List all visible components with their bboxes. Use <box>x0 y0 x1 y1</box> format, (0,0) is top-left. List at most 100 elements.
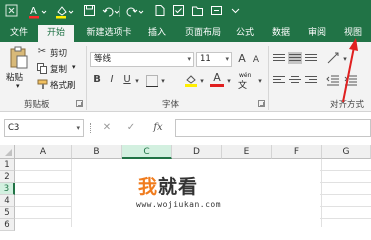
fill-color-icon[interactable] <box>55 4 75 19</box>
copy-label: 复制 <box>50 65 68 75</box>
tab-page-layout[interactable]: 页面布局 <box>176 24 230 42</box>
tab-new-tab[interactable]: 新建选项卡 <box>76 24 142 42</box>
row-header-6[interactable]: 6 <box>0 219 15 231</box>
svg-text:A: A <box>30 6 37 17</box>
copy-button[interactable]: 复制 ▾ <box>36 62 80 75</box>
tab-data[interactable]: 数据 <box>266 24 296 42</box>
row-header-3[interactable]: 3 <box>0 183 15 195</box>
row-header-4[interactable]: 4 <box>0 195 15 207</box>
cut-button[interactable]: ✂ 剪切 <box>36 46 76 59</box>
borders-icon[interactable] <box>146 75 158 90</box>
save-icon[interactable] <box>82 4 97 19</box>
tab-formulas[interactable]: 公式 <box>230 24 260 42</box>
checkbox-icon[interactable] <box>171 4 186 19</box>
align-middle-button[interactable] <box>288 52 302 64</box>
font-color-glyph: A <box>213 71 221 84</box>
chevron-down-icon: ▾ <box>187 55 191 63</box>
paste-button[interactable]: 粘贴 ▾ <box>6 46 32 90</box>
underline-dropdown-icon[interactable]: ▾ <box>133 75 141 87</box>
align-top-button[interactable] <box>272 52 286 64</box>
chevron-down-icon: ▾ <box>76 124 80 132</box>
column-header-b[interactable]: B <box>72 145 122 159</box>
excel-logo-icon <box>4 4 19 19</box>
increase-indent-icon[interactable] <box>344 74 358 89</box>
font-color-dropdown-icon[interactable]: ▾ <box>225 75 233 87</box>
chevron-down-icon: ▾ <box>225 55 229 63</box>
column-header-c[interactable]: C <box>122 145 172 159</box>
more-icon[interactable] <box>228 4 243 19</box>
watermark-logo-part1: 我 <box>138 176 159 198</box>
font-size-value: 11 <box>200 54 211 64</box>
watermark-url: www.wojiukan.com <box>136 200 222 209</box>
redo-icon[interactable] <box>124 4 144 19</box>
name-box-value: C3 <box>8 123 20 133</box>
tab-home[interactable]: 开始 <box>38 25 74 42</box>
row-header-1[interactable]: 1 <box>0 159 15 171</box>
column-header-d[interactable]: D <box>172 145 222 159</box>
ribbon: 粘贴 ▾ ✂ 剪切 复制 ▾ 格式刷 剪贴板 等线 ▾ 11 ▾ A A B I… <box>0 42 371 112</box>
row-header-5[interactable]: 5 <box>0 207 15 219</box>
name-box[interactable]: C3 ▾ <box>4 119 84 137</box>
paste-icon <box>9 46 29 73</box>
bold-button[interactable]: B <box>91 74 103 86</box>
cut-label: 剪切 <box>50 49 68 59</box>
align-bottom-button[interactable] <box>304 52 318 64</box>
tab-insert[interactable]: 插入 <box>142 24 172 42</box>
column-header-f[interactable]: F <box>272 145 322 159</box>
shrink-font-icon[interactable]: A <box>250 54 262 66</box>
orientation-dropdown-icon[interactable]: ▾ <box>341 53 349 65</box>
open-icon[interactable] <box>190 4 205 19</box>
font-size-select[interactable]: 11 ▾ <box>196 52 232 67</box>
copy-icon <box>37 63 48 77</box>
undo-icon[interactable] <box>101 4 121 19</box>
borders-dropdown-icon[interactable]: ▾ <box>159 75 167 87</box>
fill-color-button[interactable] <box>184 73 198 90</box>
font-color-icon[interactable]: A <box>28 4 48 19</box>
column-header-a[interactable]: A <box>15 145 72 159</box>
cancel-icon[interactable]: ✕ <box>100 119 114 137</box>
orientation-icon[interactable] <box>326 51 342 68</box>
scissors-icon: ✂ <box>37 46 47 57</box>
resize-handle[interactable] <box>90 123 92 133</box>
new-file-icon[interactable] <box>152 4 167 19</box>
italic-button[interactable]: I <box>106 74 118 86</box>
formula-bar: C3 ▾ ✕ ✓ fx <box>0 113 371 143</box>
ribbon-tabs: 文件 开始 新建选项卡 插入 页面布局 公式 数据 审阅 视图 <box>0 24 371 42</box>
grow-font-icon[interactable]: A <box>236 53 248 65</box>
enter-icon[interactable]: ✓ <box>124 119 138 137</box>
alignment-group-label: 对齐方式 <box>330 100 365 110</box>
formula-input[interactable] <box>175 119 371 137</box>
font-group-label: 字体 <box>162 100 180 110</box>
fill-dropdown-icon[interactable]: ▾ <box>198 75 206 87</box>
title-bar: A <box>0 0 371 24</box>
watermark-logo-part2: 就看 <box>158 176 199 198</box>
share-icon[interactable] <box>209 4 224 19</box>
tab-file[interactable]: 文件 <box>0 24 38 42</box>
paste-dropdown-icon: ▾ <box>16 82 20 90</box>
tab-review[interactable]: 审阅 <box>302 24 332 42</box>
phonetic-dropdown-icon[interactable]: ▾ <box>256 75 264 87</box>
clipboard-group-label: 剪贴板 <box>24 100 50 110</box>
underline-button[interactable]: U <box>121 74 133 86</box>
clipboard-launcher-icon[interactable] <box>76 100 83 107</box>
select-all-button[interactable] <box>0 145 15 159</box>
row-header-2[interactable]: 2 <box>0 171 15 183</box>
decrease-indent-icon[interactable] <box>326 74 340 89</box>
function-icon[interactable]: fx <box>150 119 166 137</box>
font-name-select[interactable]: 等线 ▾ <box>90 52 194 67</box>
format-painter-label: 格式刷 <box>50 81 76 91</box>
format-painter-button[interactable]: 格式刷 <box>36 78 80 91</box>
font-color-button[interactable]: A <box>210 72 224 88</box>
column-header-g[interactable]: G <box>322 145 371 159</box>
align-left-button[interactable] <box>272 74 286 86</box>
phonetic-icon: 文 <box>238 81 248 91</box>
column-header-e[interactable]: E <box>222 145 272 159</box>
phonetic-button[interactable]: wén 文 <box>236 72 258 91</box>
font-name-value: 等线 <box>94 54 112 64</box>
align-center-button[interactable] <box>288 74 302 86</box>
font-launcher-icon[interactable] <box>258 100 265 107</box>
format-painter-icon <box>37 79 48 93</box>
align-right-button[interactable] <box>304 74 318 86</box>
copy-dropdown-icon: ▾ <box>72 63 76 71</box>
tab-view[interactable]: 视图 <box>338 24 368 42</box>
